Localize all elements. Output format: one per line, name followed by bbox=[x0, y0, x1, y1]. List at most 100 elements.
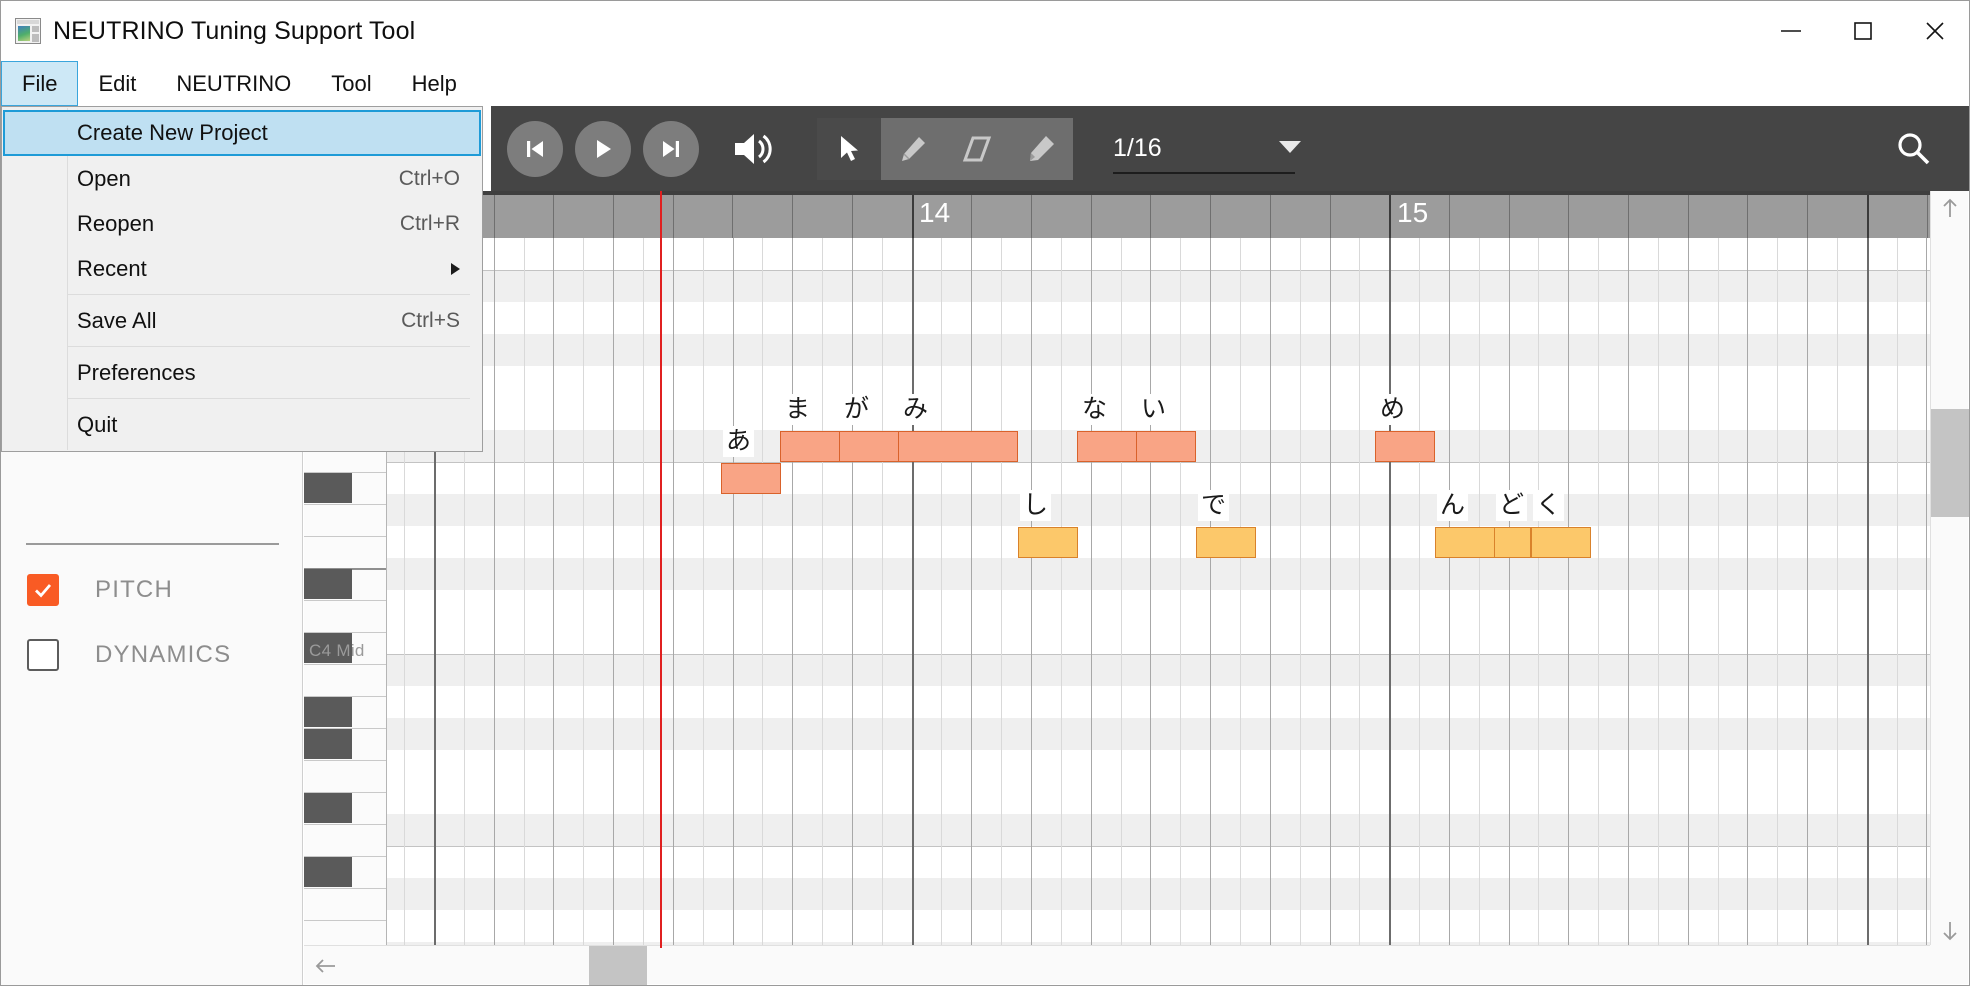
note-lyric[interactable]: ま bbox=[782, 394, 814, 425]
note-block[interactable] bbox=[1435, 527, 1495, 558]
ruler-top-edge bbox=[387, 191, 1932, 195]
note-block[interactable] bbox=[1196, 527, 1256, 558]
piano-key-separator bbox=[304, 504, 386, 505]
layer-toggle-dynamics[interactable]: DYNAMICS bbox=[27, 639, 231, 671]
eraser-icon[interactable] bbox=[945, 117, 1009, 180]
note-lyric[interactable]: あ bbox=[723, 426, 755, 457]
note-block[interactable] bbox=[1494, 527, 1531, 558]
grid-subdivision-line bbox=[882, 238, 883, 948]
pointer-icon[interactable] bbox=[817, 117, 881, 180]
note-lyric[interactable]: く bbox=[1533, 490, 1565, 521]
grid-beat-line bbox=[1210, 238, 1211, 948]
file-menu-item-create-new-project[interactable]: Create New Project bbox=[3, 110, 481, 156]
menu-edit[interactable]: Edit bbox=[78, 61, 156, 106]
grid-subdivision-line bbox=[1240, 238, 1241, 948]
file-menu-item-preferences[interactable]: Preferences bbox=[2, 350, 482, 395]
grid-beat-line bbox=[733, 238, 734, 948]
note-block[interactable] bbox=[721, 463, 781, 494]
note-lyric[interactable]: し bbox=[1020, 490, 1052, 521]
piano-black-key[interactable] bbox=[304, 569, 352, 599]
file-menu-item-quit[interactable]: Quit bbox=[2, 402, 482, 447]
menu-help[interactable]: Help bbox=[392, 61, 477, 106]
note-block[interactable] bbox=[1136, 431, 1196, 462]
search-icon[interactable] bbox=[1887, 122, 1941, 176]
note-lyric[interactable]: が bbox=[841, 394, 873, 425]
grid-row bbox=[387, 878, 1932, 910]
playhead[interactable] bbox=[660, 191, 662, 948]
chevron-down-icon[interactable] bbox=[1279, 140, 1301, 153]
note-block[interactable] bbox=[1375, 431, 1435, 462]
piano-roll-grid[interactable]: あまがみし ないで めんどく bbox=[387, 238, 1932, 948]
menu-item-label: Create New Project bbox=[77, 120, 268, 145]
layer-toggle-pitch[interactable]: PITCH bbox=[27, 574, 173, 606]
grid-subdivision-line bbox=[1658, 238, 1659, 948]
arrow-down-icon[interactable] bbox=[1931, 914, 1969, 948]
menu-tool[interactable]: Tool bbox=[311, 61, 391, 106]
timeline-ruler[interactable]: 131415 bbox=[387, 191, 1932, 238]
grid-row bbox=[387, 718, 1932, 750]
vertical-scrollbar-thumb[interactable] bbox=[1931, 409, 1969, 517]
arrow-up-icon[interactable] bbox=[1931, 191, 1969, 225]
play-icon[interactable] bbox=[575, 120, 631, 177]
grid-row bbox=[387, 558, 1932, 590]
grid-beat-line bbox=[1747, 238, 1748, 948]
piano-key-separator bbox=[304, 760, 386, 761]
grid-beat-line bbox=[613, 238, 614, 948]
grid-subdivision-line bbox=[941, 238, 942, 948]
note-block[interactable] bbox=[780, 431, 840, 462]
note-lyric[interactable]: い bbox=[1138, 394, 1170, 425]
dynamics-label: DYNAMICS bbox=[95, 641, 232, 668]
skip-to-end-icon[interactable] bbox=[643, 120, 699, 177]
file-menu-item-reopen[interactable]: Reopen Ctrl+R bbox=[2, 201, 482, 246]
piano-black-key[interactable] bbox=[304, 793, 352, 823]
note-lyric[interactable]: め bbox=[1377, 394, 1409, 425]
note-lyric[interactable]: み bbox=[900, 394, 932, 425]
note-block[interactable] bbox=[1018, 527, 1078, 558]
file-menu-item-recent[interactable]: Recent bbox=[2, 246, 482, 291]
piano-black-key[interactable] bbox=[304, 697, 352, 727]
horizontal-scrollbar[interactable] bbox=[304, 945, 1932, 985]
menu-neutrino[interactable]: NEUTRINO bbox=[156, 61, 311, 106]
grid-row bbox=[387, 654, 1932, 686]
volume-icon[interactable] bbox=[725, 121, 783, 177]
pencil-icon[interactable] bbox=[881, 117, 945, 180]
menu-separator bbox=[68, 398, 470, 399]
file-menu-dropdown[interactable]: Create New Project Open Ctrl+O Reopen Ctrl+R… bbox=[1, 106, 483, 452]
note-lyric[interactable]: ん bbox=[1437, 490, 1469, 521]
grid-beat-line bbox=[1091, 238, 1092, 948]
note-block[interactable] bbox=[839, 431, 899, 462]
arrow-left-icon[interactable] bbox=[304, 946, 346, 985]
marker-icon[interactable] bbox=[1009, 117, 1073, 180]
grid-bar-line bbox=[1867, 238, 1869, 948]
menu-file[interactable]: File bbox=[1, 61, 79, 106]
note-lyric[interactable]: で bbox=[1198, 490, 1230, 521]
close-icon[interactable] bbox=[1899, 1, 1969, 61]
window-controls bbox=[1755, 1, 1969, 61]
note-block[interactable] bbox=[1077, 431, 1137, 462]
piano-black-key[interactable] bbox=[304, 729, 352, 759]
grid-row bbox=[387, 782, 1932, 814]
file-menu-item-save-all[interactable]: Save All Ctrl+S bbox=[2, 298, 482, 343]
horizontal-scrollbar-thumb[interactable] bbox=[589, 946, 647, 985]
note-lyric[interactable]: な bbox=[1079, 394, 1111, 425]
ruler-beat-tick bbox=[1628, 195, 1629, 238]
maximize-icon[interactable] bbox=[1827, 1, 1899, 61]
ruler-beat-tick bbox=[673, 195, 674, 238]
quantize-select[interactable]: 1/16 bbox=[1113, 120, 1313, 178]
edit-tools-group bbox=[817, 117, 1073, 180]
grid-beat-line bbox=[1509, 238, 1510, 948]
piano-black-key[interactable] bbox=[304, 473, 352, 503]
pitch-checkbox[interactable] bbox=[27, 574, 59, 606]
dynamics-checkbox[interactable] bbox=[27, 639, 59, 671]
skip-to-start-icon[interactable] bbox=[507, 120, 563, 177]
vertical-scrollbar[interactable] bbox=[1930, 191, 1969, 948]
grid-beat-line bbox=[852, 238, 853, 948]
note-block[interactable] bbox=[1531, 527, 1591, 558]
file-menu-item-open[interactable]: Open Ctrl+O bbox=[2, 156, 482, 201]
minimize-icon[interactable] bbox=[1755, 1, 1827, 61]
note-lyric[interactable]: ど bbox=[1496, 490, 1528, 521]
note-block[interactable] bbox=[898, 431, 1018, 462]
grid-subdivision-line bbox=[1718, 238, 1719, 948]
piano-black-key[interactable] bbox=[304, 857, 352, 887]
grid-beat-line bbox=[553, 238, 554, 948]
